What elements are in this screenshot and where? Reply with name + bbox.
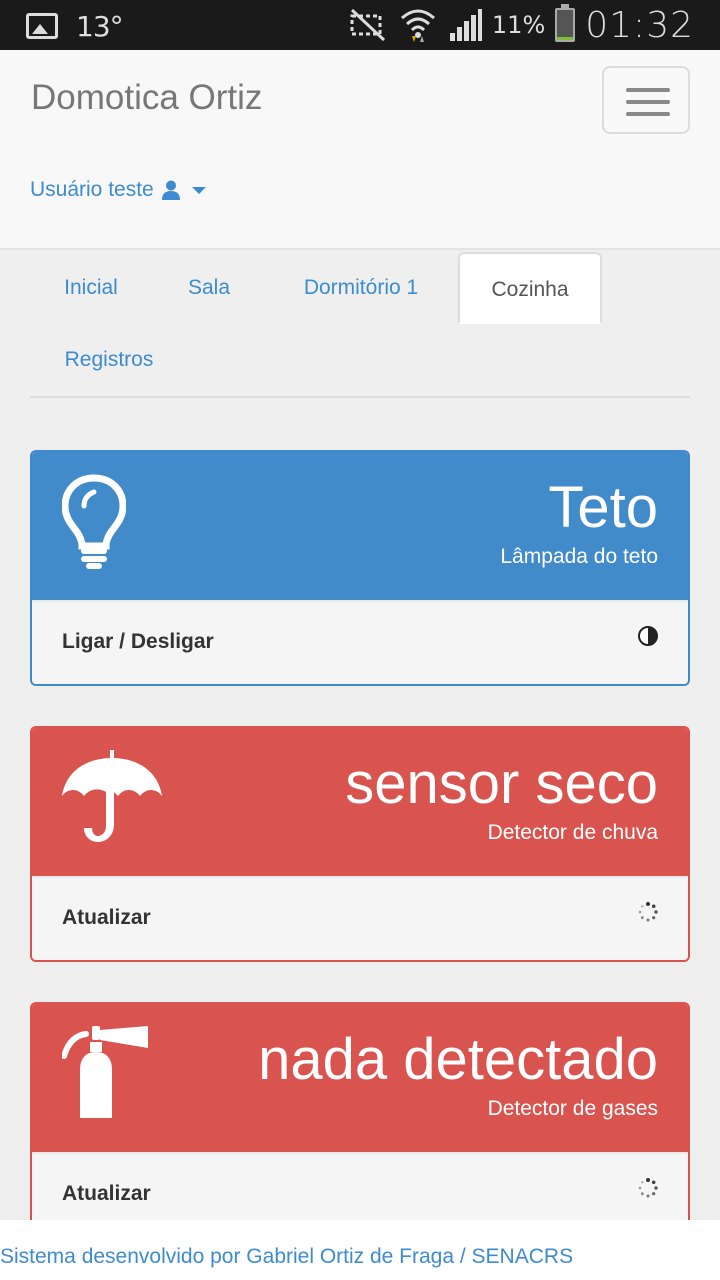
panel-action-label: Ligar / Desligar: [62, 630, 214, 653]
tab-registros[interactable]: Registros: [30, 324, 188, 396]
battery-icon: [555, 4, 576, 42]
brand-title[interactable]: Domotica Ortiz: [31, 78, 262, 118]
spinner-icon: [638, 1178, 658, 1198]
tab-sala[interactable]: Sala: [152, 252, 266, 324]
footer-credit-link[interactable]: Sistema desenvolvido por Gabriel Ortiz d…: [0, 1245, 573, 1269]
panel-header: sensor seco Detector de chuva: [32, 728, 688, 876]
toggle-light-button[interactable]: Ligar / Desligar: [32, 600, 688, 684]
room-tabs: Inicial Sala Dormitório 1 Cozinha Regist…: [30, 252, 690, 398]
half-circle-icon: [638, 626, 658, 646]
device-panel-gases: nada detectado Detector de gases Atualiz…: [30, 1002, 690, 1242]
spinner-icon: [638, 902, 658, 922]
panel-action-label: Atualizar: [62, 906, 151, 929]
navbar: Domotica Ortiz Usuário teste: [0, 50, 720, 250]
panel-header: Teto Lâmpada do teto: [32, 452, 688, 600]
panel-title: Teto: [548, 475, 658, 540]
tab-cozinha[interactable]: Cozinha: [458, 252, 602, 324]
device-panel-chuva: sensor seco Detector de chuva Atualizar: [30, 726, 690, 962]
panel-header: nada detectado Detector de gases: [32, 1004, 688, 1152]
lightbulb-icon: [61, 474, 127, 575]
mute-icon: [348, 8, 388, 42]
battery-level: [557, 36, 574, 40]
panel-title: nada detectado: [258, 1027, 658, 1092]
panel-subtitle: Lâmpada do teto: [500, 545, 658, 568]
user-label: Usuário teste: [30, 178, 154, 201]
clock: 01:32: [585, 4, 694, 46]
image-icon: [26, 13, 58, 39]
panel-title: sensor seco: [345, 751, 658, 816]
panel-subtitle: Detector de chuva: [487, 821, 658, 844]
tab-inicial[interactable]: Inicial: [30, 252, 152, 324]
device-panel-teto: Teto Lâmpada do teto Ligar / Desligar: [30, 450, 690, 686]
fire-extinguisher-icon: [61, 1026, 152, 1127]
umbrella-icon: [62, 750, 162, 851]
chevron-down-icon: [191, 186, 206, 194]
hamburger-icon[interactable]: [602, 66, 690, 134]
status-bar: 13° 11% 01:32: [0, 0, 720, 50]
signal-icon: [448, 9, 482, 41]
battery-percent: 11%: [491, 11, 546, 39]
user-icon: [161, 180, 180, 200]
panel-subtitle: Detector de gases: [487, 1097, 658, 1120]
wifi-icon: [398, 6, 438, 44]
refresh-rain-button[interactable]: Atualizar: [32, 876, 688, 960]
temperature: 13°: [76, 9, 124, 43]
footer: Sistema desenvolvido por Gabriel Ortiz d…: [0, 1220, 720, 1280]
tab-dormitorio-1[interactable]: Dormitório 1: [266, 252, 456, 324]
user-menu[interactable]: Usuário teste: [30, 178, 206, 202]
